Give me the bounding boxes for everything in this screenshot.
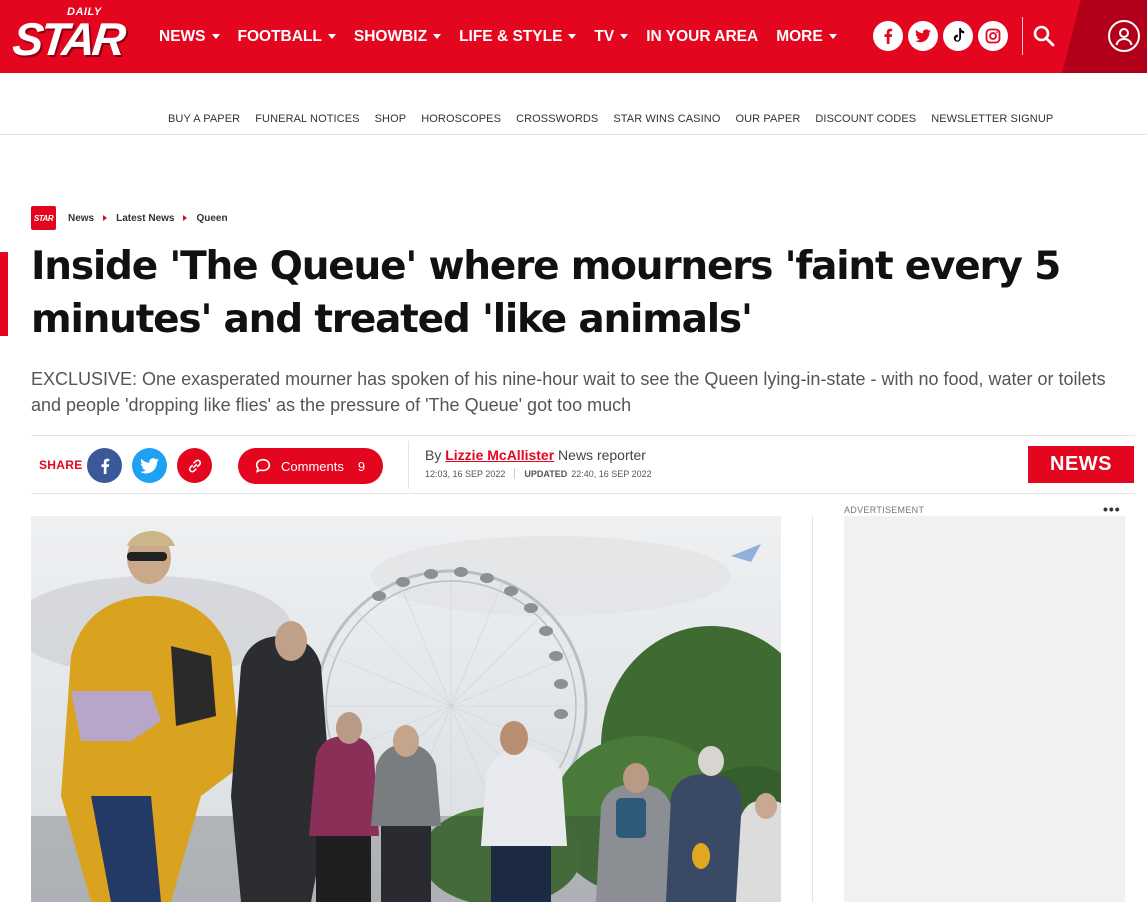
nav-item-label: TV xyxy=(594,27,615,45)
social-links xyxy=(873,21,1013,51)
chevron-down-icon xyxy=(327,34,336,39)
comment-bubble-icon xyxy=(255,458,271,473)
share-facebook-icon[interactable] xyxy=(87,448,122,483)
advertisement-label: ADVERTISEMENT xyxy=(844,505,925,515)
chevron-down-icon xyxy=(211,34,220,39)
comments-button[interactable]: Comments 9 xyxy=(238,448,383,484)
share-label: SHARE xyxy=(39,458,83,472)
site-header: DAILY STAR NEWS FOOTBALL SHOWBIZ LIFE & STY… xyxy=(0,0,1147,73)
comments-label: Comments xyxy=(281,458,344,474)
subnav-item-shop[interactable]: SHOP xyxy=(375,113,407,125)
more-dots-icon[interactable]: ••• xyxy=(1103,501,1121,517)
subnav-item-star-wins-casino[interactable]: STAR WINS CASINO xyxy=(613,113,720,125)
author-role: News reporter xyxy=(558,447,646,463)
logo-star-text: STAR xyxy=(10,13,126,65)
column-divider xyxy=(812,516,813,902)
nav-item-life-style[interactable]: LIFE & STYLE xyxy=(459,27,577,46)
comments-count: 9 xyxy=(357,458,366,474)
chevron-down-icon xyxy=(568,34,577,39)
share-bar: SHARE Comments 9 By Lizzie McAllister Ne… xyxy=(31,435,1135,494)
article-dates: 12:03, 16 SEP 2022 UPDATED 22:40, 16 SEP… xyxy=(425,468,652,479)
hero-photo xyxy=(31,516,781,902)
secondary-nav-items: BUY A PAPER FUNERAL NOTICES SHOP HOROSCOPES… xyxy=(168,113,1068,125)
byline-prefix: By xyxy=(425,447,442,463)
nav-item-label: FOOTBALL xyxy=(237,27,322,45)
author-link[interactable]: Lizzie McAllister xyxy=(445,447,554,463)
search-icon[interactable] xyxy=(1032,24,1056,48)
nav-item-label: SHOWBIZ xyxy=(353,27,428,45)
article-headline: Inside 'The Queue' where mourners 'faint… xyxy=(31,244,1061,342)
nav-item-more[interactable]: MORE xyxy=(776,28,837,46)
nav-item-football[interactable]: FOOTBALL xyxy=(238,28,336,46)
published-date: 12:03, 16 SEP 2022 xyxy=(425,468,506,479)
section-badge[interactable]: NEWS xyxy=(1028,446,1134,483)
nav-item-showbiz[interactable]: SHOWBIZ xyxy=(353,27,442,46)
chevron-down-icon xyxy=(828,34,837,39)
date-divider xyxy=(514,468,516,479)
byline-divider xyxy=(408,441,409,489)
nav-item-in-your-area[interactable]: IN YOUR AREA xyxy=(646,28,758,46)
header-divider xyxy=(1022,17,1023,55)
breadcrumb-item-queen[interactable]: Queen xyxy=(196,213,227,224)
subnav-item-horoscopes[interactable]: HOROSCOPES xyxy=(421,113,501,125)
article-hero-image[interactable] xyxy=(31,516,781,902)
breadcrumb-arrow-icon xyxy=(183,215,188,221)
subnav-item-funeral-notices[interactable]: FUNERAL NOTICES xyxy=(255,113,359,125)
headline-accent-bar xyxy=(0,252,8,336)
byline: By Lizzie McAllister News reporter xyxy=(425,447,646,463)
nav-item-tv[interactable]: TV xyxy=(594,27,629,46)
facebook-icon[interactable] xyxy=(873,21,903,51)
advertisement-slot[interactable] xyxy=(844,516,1125,902)
share-twitter-icon[interactable] xyxy=(132,448,167,483)
instagram-icon[interactable] xyxy=(978,21,1008,51)
subnav-item-buy-a-paper[interactable]: BUY A PAPER xyxy=(168,113,240,125)
nav-item-news[interactable]: NEWS xyxy=(159,28,220,46)
article-standfirst: EXCLUSIVE: One exasperated mourner has s… xyxy=(31,369,1106,415)
tiktok-icon[interactable] xyxy=(943,21,973,51)
site-logo[interactable]: DAILY STAR xyxy=(10,6,125,66)
breadcrumb: STAR News Latest News Queen xyxy=(31,206,228,230)
chevron-down-icon xyxy=(620,34,629,39)
nav-item-label: NEWS xyxy=(159,27,206,45)
breadcrumb-arrow-icon xyxy=(103,215,108,221)
nav-item-label: LIFE & STYLE xyxy=(459,27,563,45)
subnav-item-crosswords[interactable]: CROSSWORDS xyxy=(516,113,598,125)
secondary-nav: BUY A PAPER FUNERAL NOTICES SHOP HOROSCOPES… xyxy=(0,73,1147,135)
subnav-item-newsletter-signup[interactable]: NEWSLETTER SIGNUP xyxy=(931,113,1053,125)
subnav-item-our-paper[interactable]: OUR PAPER xyxy=(735,113,800,125)
nav-item-label: IN YOUR AREA xyxy=(646,27,759,45)
breadcrumb-item-latest-news[interactable]: Latest News xyxy=(116,213,174,224)
share-link-icon[interactable] xyxy=(177,448,212,483)
updated-label: UPDATED xyxy=(524,468,568,479)
account-icon[interactable] xyxy=(1108,20,1140,52)
breadcrumb-item-news[interactable]: News xyxy=(68,213,94,224)
main-nav: NEWS FOOTBALL SHOWBIZ LIFE & STYLE TV IN YOUR… xyxy=(159,0,855,73)
subnav-item-discount-codes[interactable]: DISCOUNT CODES xyxy=(815,113,916,125)
twitter-icon[interactable] xyxy=(908,21,938,51)
breadcrumb-logo[interactable]: STAR xyxy=(31,206,56,230)
nav-item-label: MORE xyxy=(776,27,823,45)
chevron-down-icon xyxy=(433,34,442,39)
updated-date: 22:40, 16 SEP 2022 xyxy=(571,468,652,479)
